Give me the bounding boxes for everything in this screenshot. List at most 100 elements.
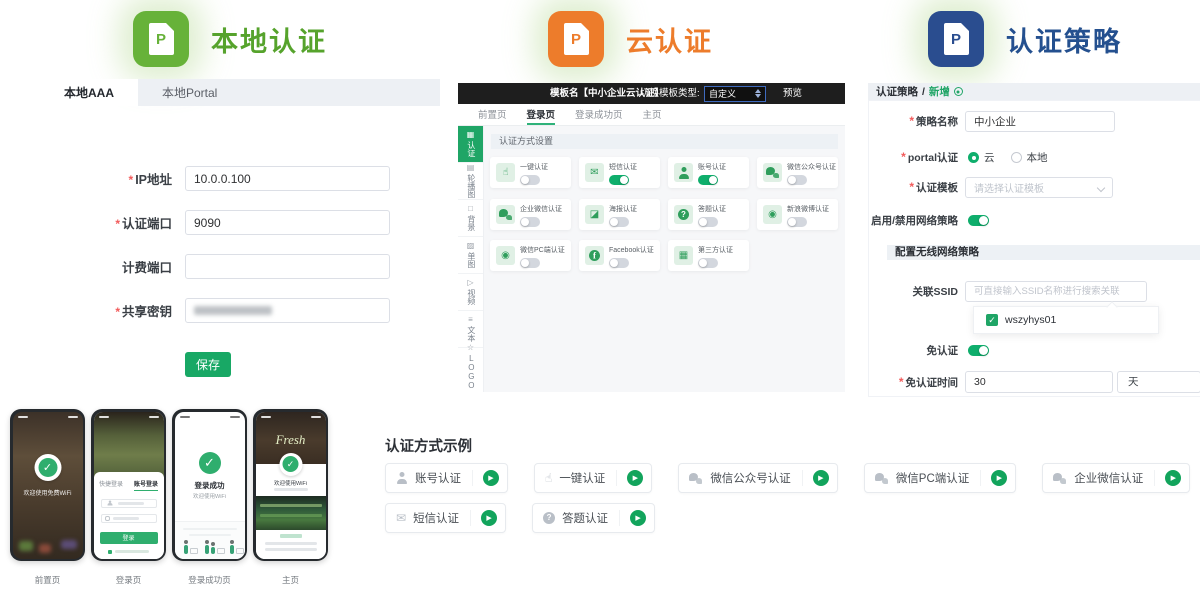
decor-produce [61, 540, 77, 549]
acct-port-label: 计费端口 [40, 257, 172, 276]
radio-cloud[interactable] [968, 152, 979, 163]
sidebar-item-video[interactable]: 视频 [458, 274, 483, 311]
play-icon[interactable]: ▶ [481, 510, 497, 526]
method-card: 第三方认证 [668, 240, 749, 271]
check-logo-icon: ✓ [283, 456, 299, 472]
example-account-auth[interactable]: 账号认证 ▶ [385, 463, 508, 493]
question-icon [543, 512, 555, 524]
template-type-select[interactable]: 自定义 [704, 86, 766, 102]
portal-auth-label: *portal认证 [870, 150, 958, 165]
phone-statusbar [175, 414, 245, 420]
ssid-search-input[interactable] [965, 281, 1147, 302]
method-toggle[interactable] [698, 258, 718, 268]
login-button[interactable]: 登录 [100, 532, 158, 544]
method-toggle[interactable] [520, 175, 540, 185]
user-icon [674, 163, 693, 182]
tab-local-aaa[interactable]: 本地AAA [40, 79, 138, 106]
auth-port-input[interactable] [185, 210, 390, 235]
ssid-row: 关联SSID [870, 281, 1147, 302]
free-time-row: *免认证时间 [870, 371, 1113, 393]
tab-local-portal[interactable]: 本地Portal [138, 79, 241, 106]
agreement-row[interactable] [94, 550, 164, 554]
method-label: 账号认证 [698, 162, 726, 172]
cloud-editor-body: 认证 轮播图 背景 单图 视频 文本 LOGO 认证方式设置 一键认证 短信认证… [458, 126, 845, 392]
tab-login-success-page[interactable]: 登录成功页 [575, 104, 623, 125]
play-icon[interactable]: ▶ [813, 470, 829, 486]
free-auth-row: 免认证 [870, 343, 989, 358]
tab-account-login[interactable]: 账号登录 [134, 479, 158, 491]
sidebar-item-logo[interactable]: LOGO [458, 348, 483, 385]
target-icon [954, 87, 963, 96]
sidebar-item-image[interactable]: 单图 [458, 237, 483, 274]
method-toggle[interactable] [520, 258, 540, 268]
tab-quick-login[interactable]: 快捷登录 [99, 479, 123, 491]
example-quiz-auth[interactable]: 答题认证 ▶ [532, 503, 655, 533]
method-toggle[interactable] [698, 217, 718, 227]
acct-port-input[interactable] [185, 254, 390, 279]
example-wecom-auth[interactable]: 企业微信认证 ▶ [1042, 463, 1190, 493]
free-time-label: *免认证时间 [870, 375, 958, 390]
ssid-option[interactable]: wszyhys01 [1005, 314, 1056, 326]
local-auth-header: P 本地认证 [133, 11, 327, 67]
checkbox-checked-icon[interactable]: ✓ [986, 314, 998, 326]
free-auth-toggle[interactable] [968, 345, 989, 356]
ssid-dropdown: ✓ wszyhys01 [973, 306, 1159, 334]
sidebar-item-auth[interactable]: 认证 [458, 126, 483, 163]
policy-name-input[interactable] [965, 111, 1115, 132]
examples-title: 认证方式示例 [385, 435, 472, 456]
sidebar-label: 轮播图 [466, 174, 475, 198]
policy-header: P 认证策略 [928, 11, 1122, 67]
ip-input[interactable] [185, 166, 390, 191]
method-toggle[interactable] [609, 258, 629, 268]
tab-login-page[interactable]: 登录页 [527, 104, 556, 125]
ip-label: *IP地址 [40, 169, 172, 188]
auth-template-select[interactable]: 请选择认证模板 [965, 177, 1113, 198]
method-toggle[interactable] [609, 217, 629, 227]
auth-port-label: *认证端口 [40, 213, 172, 232]
play-icon[interactable]: ▶ [627, 470, 643, 486]
breadcrumb-root[interactable]: 认证策略 [876, 84, 918, 99]
tab-home-page[interactable]: 主页 [643, 104, 662, 125]
policy-doc-icon: P [928, 11, 984, 67]
enable-policy-toggle[interactable] [968, 215, 989, 226]
example-label: 一键认证 [559, 470, 605, 486]
select-placeholder: 请选择认证模板 [974, 180, 1044, 195]
play-icon[interactable]: ▶ [991, 470, 1007, 486]
tab-front-page[interactable]: 前置页 [478, 104, 507, 125]
play-icon[interactable]: ▶ [630, 510, 646, 526]
method-toggle[interactable] [787, 217, 807, 227]
store-photo [94, 412, 164, 478]
auth-methods-section-title: 认证方式设置 [491, 134, 838, 149]
save-button[interactable]: 保存 [185, 352, 231, 377]
password-field[interactable] [101, 514, 157, 523]
method-card: Facebook认证 [579, 240, 660, 271]
sidebar-item-background[interactable]: 背景 [458, 200, 483, 237]
method-toggle[interactable] [520, 217, 540, 227]
required-asterisk: * [899, 375, 904, 389]
portal-auth-row: *portal认证 云 本地 [870, 150, 1048, 165]
preview-button[interactable]: 预览 [783, 83, 802, 104]
background-icon [468, 205, 473, 213]
example-wechat-pc-auth[interactable]: 微信PC端认证 ▶ [864, 463, 1016, 493]
example-sms-auth[interactable]: 短信认证 ▶ [385, 503, 506, 533]
brand-logo: ✓ [34, 454, 61, 481]
play-wrap: ▶ [802, 470, 829, 486]
method-toggle[interactable] [787, 175, 807, 185]
shared-key-input[interactable] [185, 298, 390, 323]
phone-statusbar [13, 414, 83, 420]
example-wechat-official-auth[interactable]: 微信公众号认证 ▶ [678, 463, 838, 493]
agreement-checkbox[interactable] [108, 550, 112, 554]
play-icon[interactable]: ▶ [483, 470, 499, 486]
ssid-label: 关联SSID [870, 284, 958, 299]
phone-caption: 前置页 [10, 574, 85, 586]
play-icon[interactable]: ▶ [1165, 470, 1181, 486]
cloud-tabs: 前置页 登录页 登录成功页 主页 [458, 104, 845, 126]
method-toggle[interactable] [698, 175, 718, 185]
phone-caption: 登录成功页 [172, 574, 247, 586]
username-field[interactable] [101, 499, 157, 508]
sidebar-item-carousel[interactable]: 轮播图 [458, 163, 483, 200]
example-onekey-auth[interactable]: 一键认证 ▶ [534, 463, 652, 493]
free-time-input[interactable] [965, 371, 1113, 393]
radio-local[interactable] [1011, 152, 1022, 163]
method-toggle[interactable] [609, 175, 629, 185]
